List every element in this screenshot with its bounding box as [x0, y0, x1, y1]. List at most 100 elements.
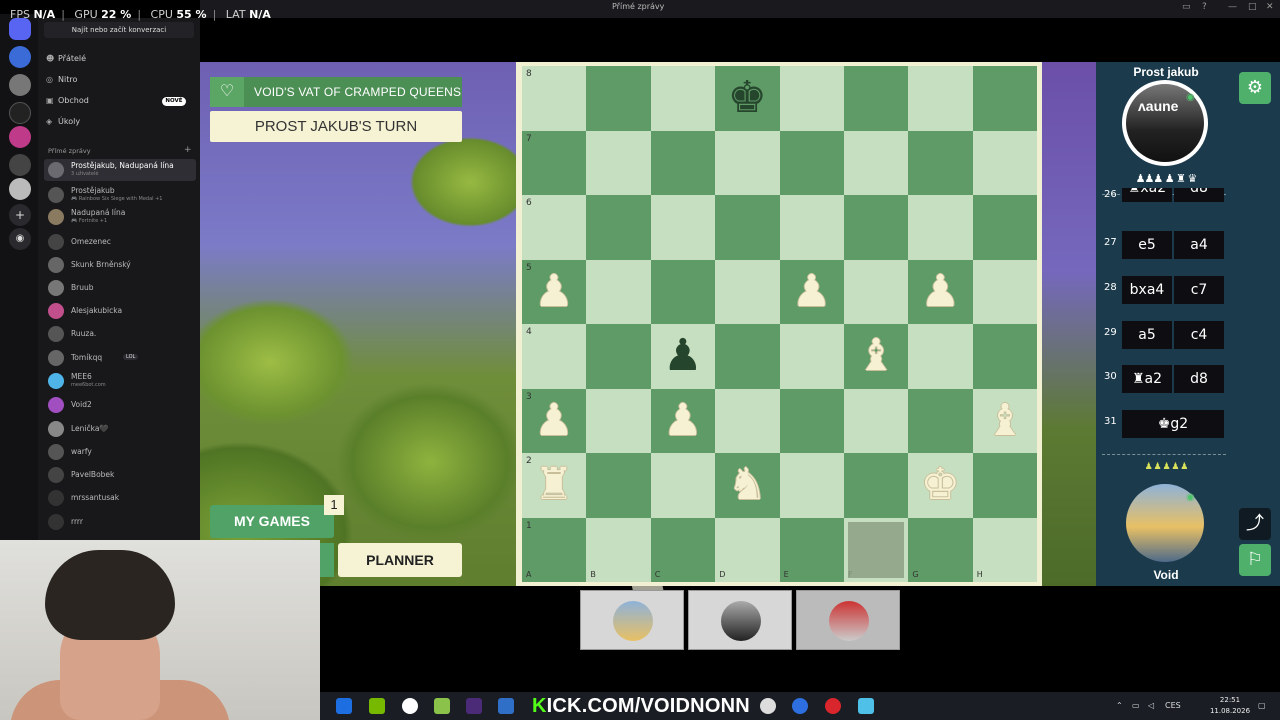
dm-item[interactable]: Bruub	[44, 277, 196, 299]
board-square[interactable]	[715, 195, 780, 260]
white-king-piece[interactable]: ♚	[908, 453, 972, 517]
discover-icon[interactable]: ◉	[9, 228, 31, 250]
inbox-icon[interactable]: ▭	[1182, 2, 1191, 12]
app-icon[interactable]	[825, 698, 841, 714]
board-square[interactable]	[972, 66, 1038, 131]
language-indicator[interactable]: CES	[1165, 701, 1181, 710]
white-move[interactable]: ♜a2	[1122, 365, 1172, 393]
server-icon[interactable]	[9, 74, 31, 96]
board-square[interactable]	[650, 195, 716, 260]
chess-board[interactable]: 87654321ABCDEFGH♚♟♟♟♟♝♟♟♝♜♞♚	[516, 62, 1042, 586]
black-pawn-piece[interactable]: ♟	[651, 324, 715, 388]
network-icon[interactable]: ▭	[1132, 701, 1140, 710]
dm-item[interactable]: Nadupaná lína 🎮 Fortnite +1	[44, 206, 196, 228]
dm-item[interactable]: Ruuza.	[44, 323, 196, 345]
board-square[interactable]	[908, 66, 973, 131]
board-square[interactable]	[844, 259, 909, 324]
board-square[interactable]	[844, 388, 909, 453]
thumbnail-card[interactable]	[580, 590, 684, 650]
board-square[interactable]	[586, 259, 651, 324]
share-icon[interactable]: ⤴	[1239, 508, 1271, 540]
dm-item[interactable]: Tomíkqq LOL	[44, 347, 196, 369]
board-square[interactable]	[779, 195, 844, 260]
premiere-icon[interactable]	[466, 698, 482, 714]
board-square[interactable]	[586, 66, 651, 131]
add-server-icon[interactable]: +	[9, 204, 31, 226]
nav-nitro[interactable]: ◎ Nitro	[46, 75, 77, 84]
search-conversation-input[interactable]: Najít nebo začít konverzaci	[44, 22, 194, 38]
board-square[interactable]	[586, 517, 651, 582]
app-icon[interactable]	[858, 698, 874, 714]
heart-icon[interactable]: ♡	[210, 77, 244, 107]
notification-icon[interactable]: ▢	[1258, 701, 1266, 710]
white-rook-piece[interactable]: ♜	[522, 453, 586, 517]
thumbnail-card[interactable]	[796, 590, 900, 650]
board-square[interactable]	[779, 130, 844, 195]
board-square[interactable]	[908, 324, 973, 389]
board-square[interactable]	[972, 324, 1038, 389]
dm-item[interactable]: MEE6 mee6bot.com	[44, 370, 196, 392]
white-knight-piece[interactable]: ♞	[715, 453, 779, 517]
board-square[interactable]	[779, 66, 844, 131]
volume-icon[interactable]: ◁	[1148, 701, 1154, 710]
new-dm-icon[interactable]: +	[184, 145, 192, 155]
server-icon[interactable]	[9, 46, 31, 68]
board-square[interactable]	[972, 195, 1038, 260]
board-square[interactable]	[844, 130, 909, 195]
thumbnail-card[interactable]	[688, 590, 792, 650]
dm-item[interactable]: rrrr	[44, 511, 196, 533]
board-square[interactable]	[650, 259, 716, 324]
board-square[interactable]	[908, 388, 973, 453]
board-square[interactable]	[586, 388, 651, 453]
move-row[interactable]: 27 e5 a4	[1096, 229, 1236, 259]
nav-shop[interactable]: ▣ Obchod	[46, 96, 89, 105]
board-square[interactable]	[715, 324, 780, 389]
board-square[interactable]	[779, 388, 844, 453]
flag-icon[interactable]: ⚐	[1239, 544, 1271, 576]
white-pawn-piece[interactable]: ♟	[522, 389, 586, 453]
board-square[interactable]	[715, 130, 780, 195]
white-move[interactable]: ♜xa2	[1122, 188, 1172, 202]
dm-item[interactable]: PavelBobek	[44, 464, 196, 486]
server-icon[interactable]	[9, 102, 31, 124]
board-square[interactable]	[779, 517, 844, 582]
planner-button[interactable]: PLANNER	[338, 543, 462, 577]
board-square[interactable]	[779, 324, 844, 389]
settings-gear-icon[interactable]: ⚙	[1239, 72, 1271, 104]
white-pawn-piece[interactable]: ♟	[651, 389, 715, 453]
move-row[interactable]: 31 ♚g2	[1096, 408, 1236, 438]
board-square[interactable]	[908, 195, 973, 260]
dm-item[interactable]: Prostějakub, Nadupaná lína 3 uživatelé	[44, 159, 196, 181]
board-square[interactable]	[844, 453, 909, 518]
app-icon[interactable]	[792, 698, 808, 714]
app-icon[interactable]	[336, 698, 352, 714]
move-row[interactable]: 29 a5 c4	[1096, 319, 1236, 349]
white-move[interactable]: a5	[1122, 321, 1172, 349]
maximize-icon[interactable]: □	[1248, 2, 1257, 12]
black-move[interactable]: a4	[1174, 231, 1224, 259]
app-icon[interactable]	[760, 698, 776, 714]
white-bishop-piece[interactable]: ♝	[844, 324, 908, 388]
board-square[interactable]	[650, 66, 716, 131]
board-square[interactable]	[972, 453, 1038, 518]
white-move[interactable]: e5	[1122, 231, 1172, 259]
board-square[interactable]	[715, 388, 780, 453]
my-games-button[interactable]: MY GAMES	[210, 505, 334, 538]
dm-item[interactable]: Lenička🖤	[44, 418, 196, 440]
discord-home-icon[interactable]	[9, 18, 31, 40]
board-square[interactable]	[586, 453, 651, 518]
white-move[interactable]: ♚g2	[1122, 410, 1224, 438]
black-move[interactable]: c4	[1174, 321, 1224, 349]
move-row[interactable]: 30 ♜a2 d8	[1096, 363, 1236, 393]
white-bishop-piece[interactable]: ♝	[973, 389, 1037, 453]
board-square[interactable]	[715, 259, 780, 324]
board-square[interactable]	[844, 195, 909, 260]
black-king-piece[interactable]: ♚	[715, 66, 779, 130]
server-icon[interactable]	[9, 154, 31, 176]
board-square[interactable]	[972, 130, 1038, 195]
nav-friends[interactable]: ☻ Přátelé	[46, 54, 86, 63]
board-square[interactable]	[586, 324, 651, 389]
close-icon[interactable]: ✕	[1266, 2, 1274, 12]
board-square[interactable]	[586, 130, 651, 195]
top-player-avatar[interactable]: ᴧaune	[1122, 80, 1208, 166]
